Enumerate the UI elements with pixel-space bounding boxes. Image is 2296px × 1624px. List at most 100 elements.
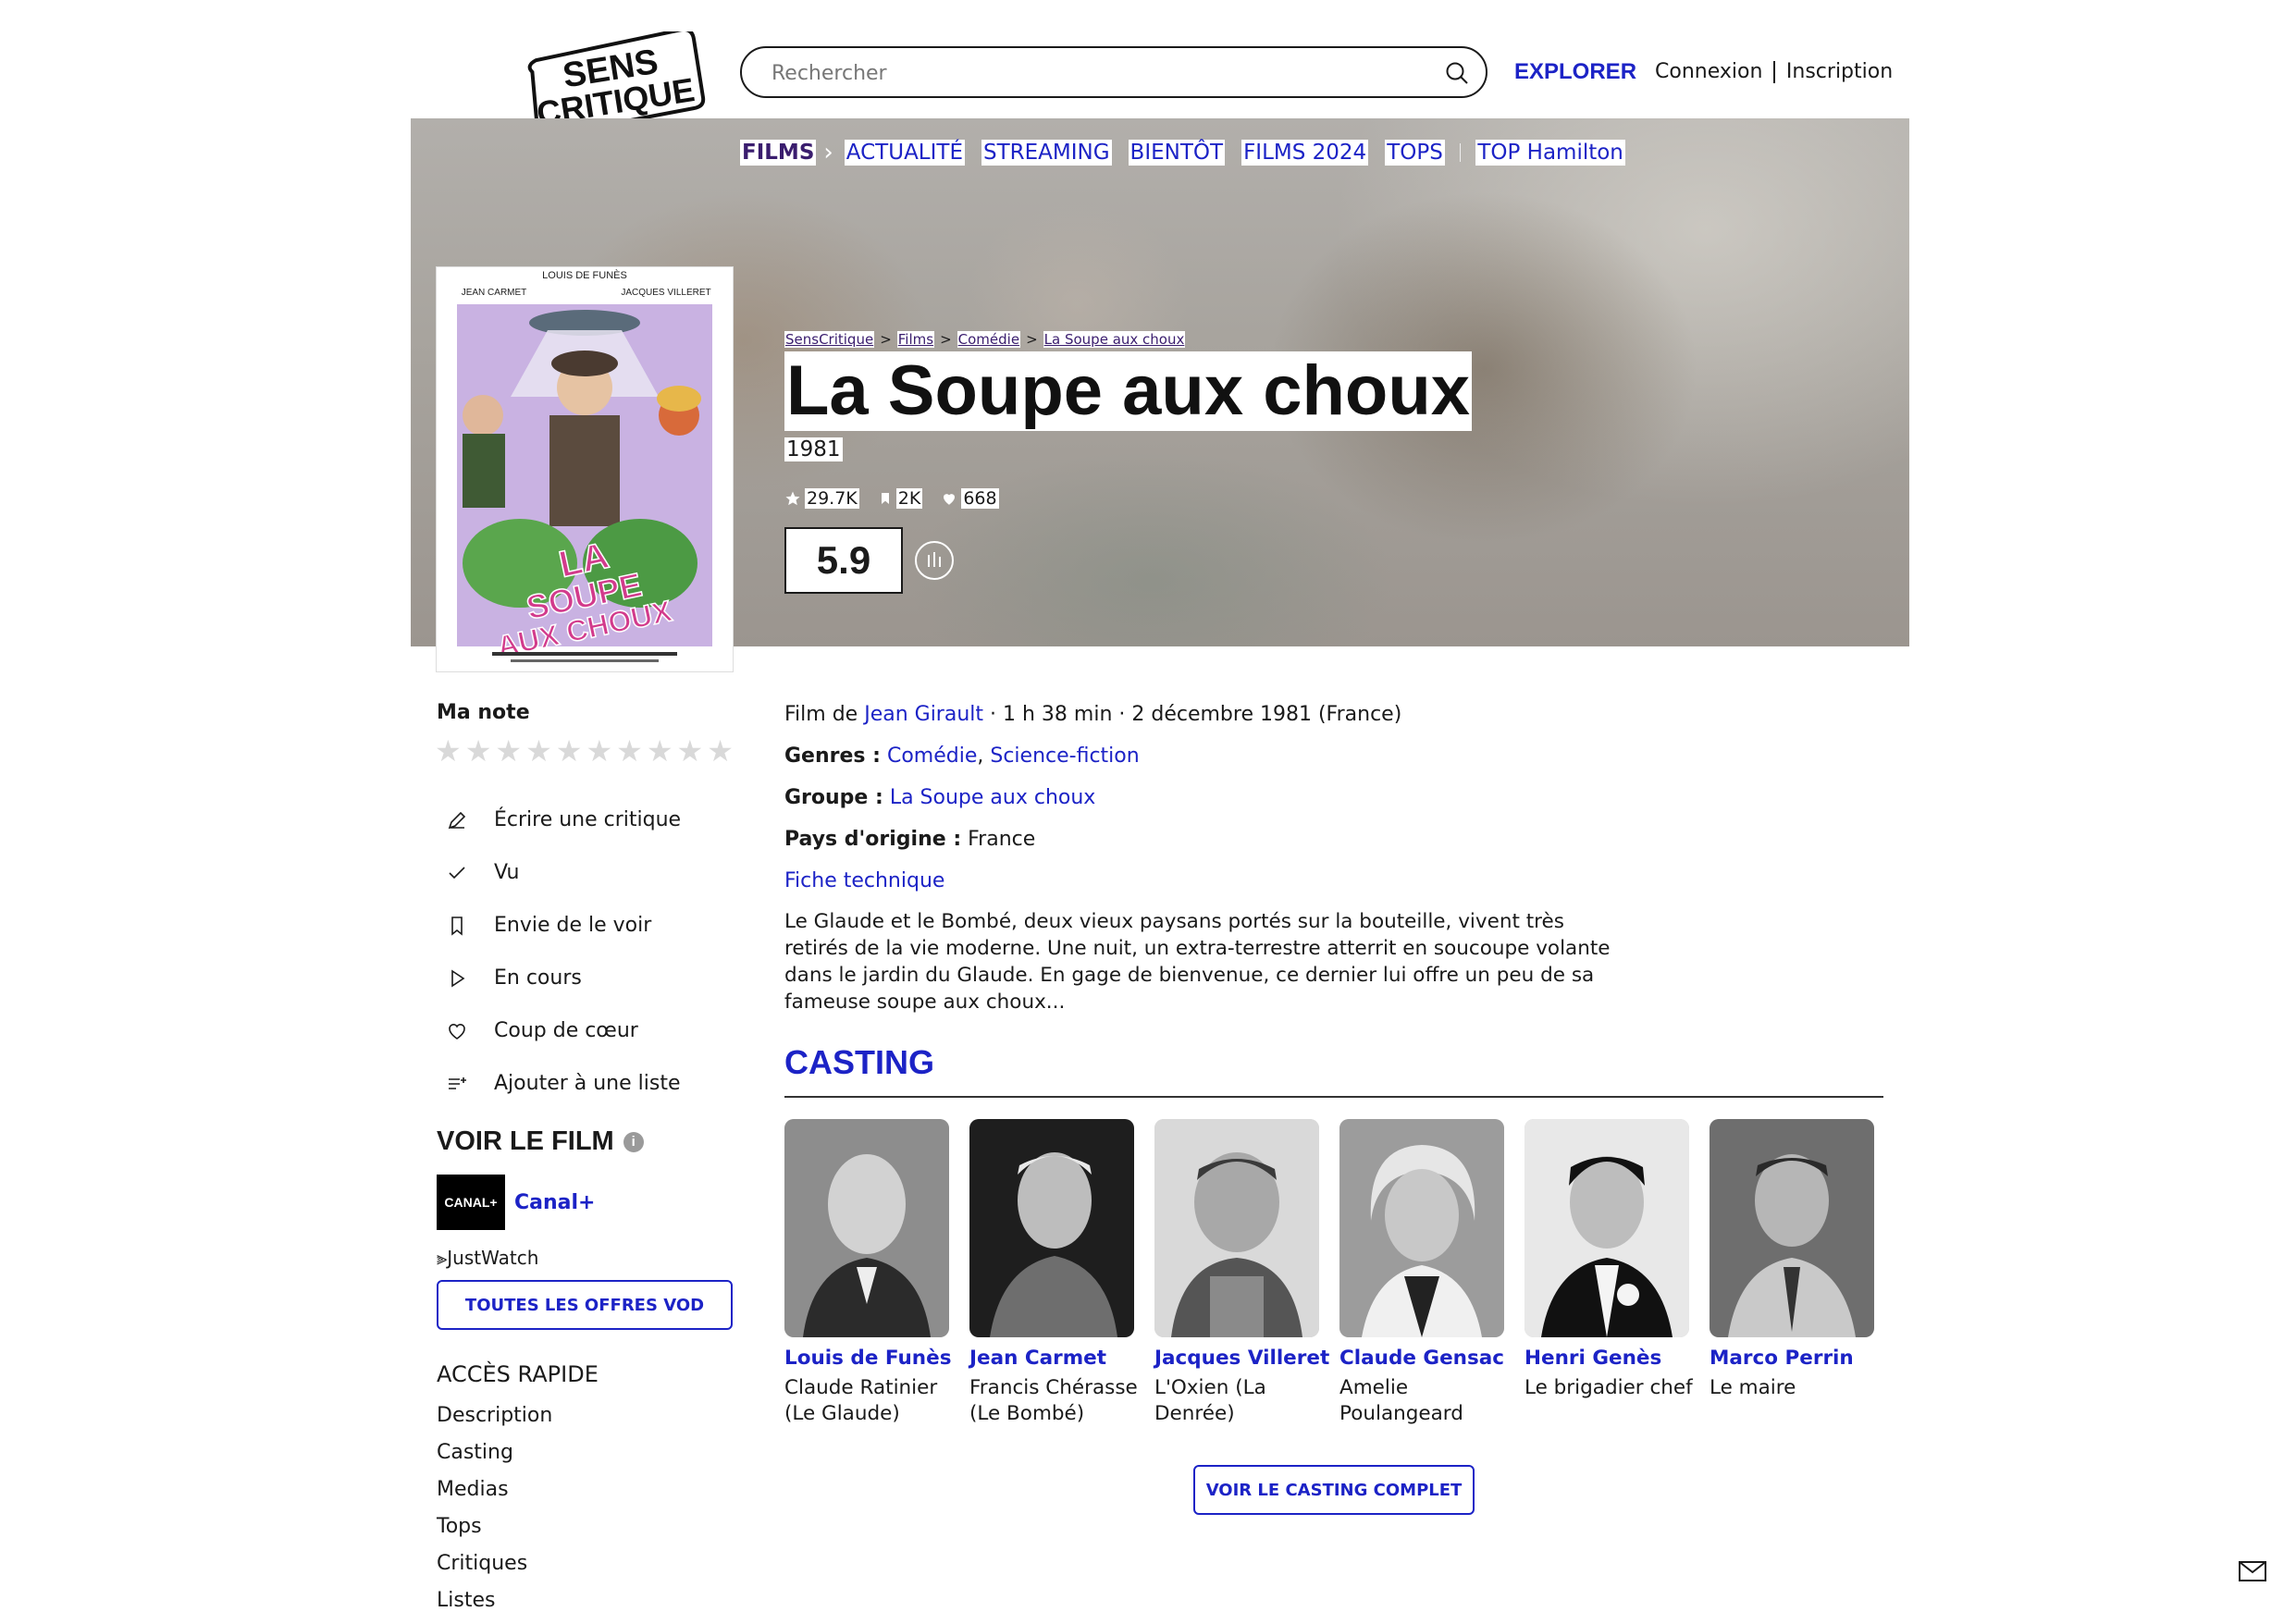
film-de-label: Film de bbox=[784, 703, 858, 726]
wishlist-action[interactable]: Envie de le voir bbox=[442, 899, 681, 952]
groupe-label: Groupe : bbox=[784, 786, 883, 809]
actor-role: Le maire bbox=[1710, 1376, 1796, 1399]
genre-link-science-fiction[interactable]: Science-fiction bbox=[990, 744, 1139, 768]
cast-card[interactable]: Henri Genès Le brigadier chef bbox=[1524, 1119, 1695, 1401]
add-to-list-action[interactable]: Ajouter à une liste bbox=[442, 1057, 681, 1110]
actor-photo[interactable] bbox=[1524, 1119, 1689, 1337]
in-progress-action[interactable]: En cours bbox=[442, 952, 681, 1004]
ratings-value: 29.7K bbox=[805, 488, 859, 509]
info-icon[interactable]: i bbox=[623, 1131, 644, 1152]
subnav-films-2024[interactable]: FILMS 2024 bbox=[1241, 140, 1369, 166]
seen-action[interactable]: Vu bbox=[442, 846, 681, 899]
rating-star-8[interactable]: ★ bbox=[647, 736, 673, 766]
rating-star-6[interactable]: ★ bbox=[586, 736, 612, 766]
favorite-action[interactable]: Coup de cœur bbox=[442, 1004, 681, 1057]
cast-card[interactable]: Marco Perrin Le maire bbox=[1710, 1119, 1880, 1401]
rating-star-2[interactable]: ★ bbox=[465, 736, 492, 766]
rating-star-10[interactable]: ★ bbox=[707, 736, 734, 766]
breadcrumb-comedie[interactable]: Comédie bbox=[957, 331, 1021, 348]
poster-top-name: LOUIS DE FUNÈS bbox=[542, 269, 627, 281]
mail-icon[interactable] bbox=[2239, 1561, 2266, 1581]
actor-role: Le brigadier chef bbox=[1524, 1376, 1693, 1399]
synopsis: Le Glaude et le Bombé, deux vieux paysan… bbox=[784, 910, 1611, 1014]
rating-star-4[interactable]: ★ bbox=[525, 736, 552, 766]
signup-link[interactable]: Inscription bbox=[1786, 60, 1893, 83]
breadcrumb-senscritique[interactable]: SensCritique bbox=[784, 331, 875, 348]
all-vod-offers-button[interactable]: TOUTES LES OFFRES VOD bbox=[437, 1280, 733, 1330]
genre-link-comedie[interactable]: Comédie bbox=[887, 744, 977, 768]
chevron-right-icon: › bbox=[823, 139, 833, 166]
justwatch-logo[interactable]: ⫸JustWatch bbox=[437, 1247, 538, 1269]
quick-link-medias[interactable]: Medias bbox=[437, 1476, 552, 1513]
country-label: Pays d'origine : bbox=[784, 828, 962, 851]
cast-card[interactable]: Jacques Villeret L'Oxien (La Denrée) bbox=[1154, 1119, 1329, 1427]
rating-distribution-icon[interactable] bbox=[914, 540, 955, 581]
actor-role: L'Oxien (La Denrée) bbox=[1154, 1376, 1266, 1425]
search-icon[interactable] bbox=[1443, 59, 1471, 87]
quick-link-tops[interactable]: Tops bbox=[437, 1513, 552, 1550]
play-icon bbox=[442, 964, 472, 993]
tech-sheet-link[interactable]: Fiche technique bbox=[784, 869, 944, 892]
quick-link-casting[interactable]: Casting bbox=[437, 1439, 552, 1476]
actor-photo[interactable] bbox=[784, 1119, 949, 1337]
auth-links: Connexion Inscription bbox=[1655, 60, 1893, 83]
write-review-label: Écrire une critique bbox=[494, 808, 682, 831]
actor-name[interactable]: Henri Genès bbox=[1524, 1347, 1695, 1370]
justwatch-label: JustWatch bbox=[447, 1247, 539, 1269]
wishlist-value: 2K bbox=[895, 488, 923, 509]
full-casting-button[interactable]: VOIR LE CASTING COMPLET bbox=[1193, 1465, 1475, 1515]
movie-stats: 29.7K 2K 668 bbox=[784, 488, 1018, 509]
quick-link-critiques[interactable]: Critiques bbox=[437, 1550, 552, 1587]
explorer-link[interactable]: EXPLORER bbox=[1514, 59, 1636, 85]
casting-divider bbox=[784, 1096, 1883, 1098]
subnav-actualite[interactable]: ACTUALITÉ bbox=[844, 140, 965, 166]
rating-star-1[interactable]: ★ bbox=[435, 736, 462, 766]
actor-photo[interactable] bbox=[1710, 1119, 1874, 1337]
country-row: Pays d'origine : France bbox=[784, 826, 1401, 867]
movie-info: Film de Jean Girault · 1 h 38 min · 2 dé… bbox=[784, 701, 1401, 909]
rating-star-9[interactable]: ★ bbox=[677, 736, 704, 766]
movie-poster[interactable]: LOUIS DE FUNÈS JEAN CARMET JACQUES VILLE… bbox=[437, 267, 733, 671]
cast-card[interactable]: Claude Gensac Amelie Poulangeard bbox=[1339, 1119, 1510, 1427]
subnav-top-hamilton[interactable]: TOP Hamilton bbox=[1475, 140, 1625, 166]
subnav-bientot[interactable]: BIENTÔT bbox=[1128, 140, 1226, 166]
rating-star-5[interactable]: ★ bbox=[556, 736, 583, 766]
in-progress-label: En cours bbox=[494, 966, 582, 990]
login-link[interactable]: Connexion bbox=[1655, 60, 1762, 83]
auth-separator bbox=[1773, 60, 1775, 83]
actor-photo[interactable] bbox=[969, 1119, 1134, 1337]
subnav-divider bbox=[1459, 143, 1462, 162]
rating-stars[interactable]: ★ ★ ★ ★ ★ ★ ★ ★ ★ ★ bbox=[435, 736, 734, 766]
director-link[interactable]: Jean Girault bbox=[864, 703, 983, 726]
star-icon bbox=[785, 491, 800, 506]
write-review-action[interactable]: Écrire une critique bbox=[442, 794, 681, 846]
subnav-films[interactable]: FILMS bbox=[740, 140, 817, 166]
subnav-tops[interactable]: TOPS bbox=[1385, 140, 1445, 166]
canal-logo: CANAL+ bbox=[437, 1175, 505, 1230]
cast-card[interactable]: Louis de Funès Claude Ratinier (Le Glaud… bbox=[784, 1119, 955, 1427]
breadcrumb-films[interactable]: Films bbox=[896, 331, 935, 348]
subnav-streaming[interactable]: STREAMING bbox=[981, 140, 1112, 166]
actor-photo[interactable] bbox=[1339, 1119, 1504, 1337]
heart-icon bbox=[442, 1016, 472, 1046]
bookmark-icon bbox=[442, 911, 472, 941]
actor-name[interactable]: Jean Carmet bbox=[969, 1347, 1140, 1370]
groupe-link[interactable]: La Soupe aux choux bbox=[890, 786, 1096, 809]
rating-star-3[interactable]: ★ bbox=[495, 736, 522, 766]
actor-name[interactable]: Marco Perrin bbox=[1710, 1347, 1880, 1370]
rating-star-7[interactable]: ★ bbox=[616, 736, 643, 766]
actor-name[interactable]: Claude Gensac bbox=[1339, 1347, 1510, 1370]
groupe-row: Groupe : La Soupe aux choux bbox=[784, 784, 1401, 826]
cast-card[interactable]: Jean Carmet Francis Chérasse (Le Bombé) bbox=[969, 1119, 1140, 1427]
search-input[interactable] bbox=[770, 55, 1412, 91]
likes-count: 668 bbox=[941, 488, 999, 509]
breadcrumb-current[interactable]: La Soupe aux choux bbox=[1043, 331, 1186, 348]
quick-link-description[interactable]: Description bbox=[437, 1402, 552, 1439]
provider-canal[interactable]: CANAL+ Canal+ bbox=[437, 1175, 595, 1230]
quick-link-listes[interactable]: Listes bbox=[437, 1587, 552, 1624]
search-bar[interactable] bbox=[740, 46, 1487, 98]
actor-name[interactable]: Jacques Villeret bbox=[1154, 1347, 1329, 1370]
actor-name[interactable]: Louis de Funès bbox=[784, 1347, 955, 1370]
likes-value: 668 bbox=[961, 488, 999, 509]
actor-photo[interactable] bbox=[1154, 1119, 1319, 1337]
